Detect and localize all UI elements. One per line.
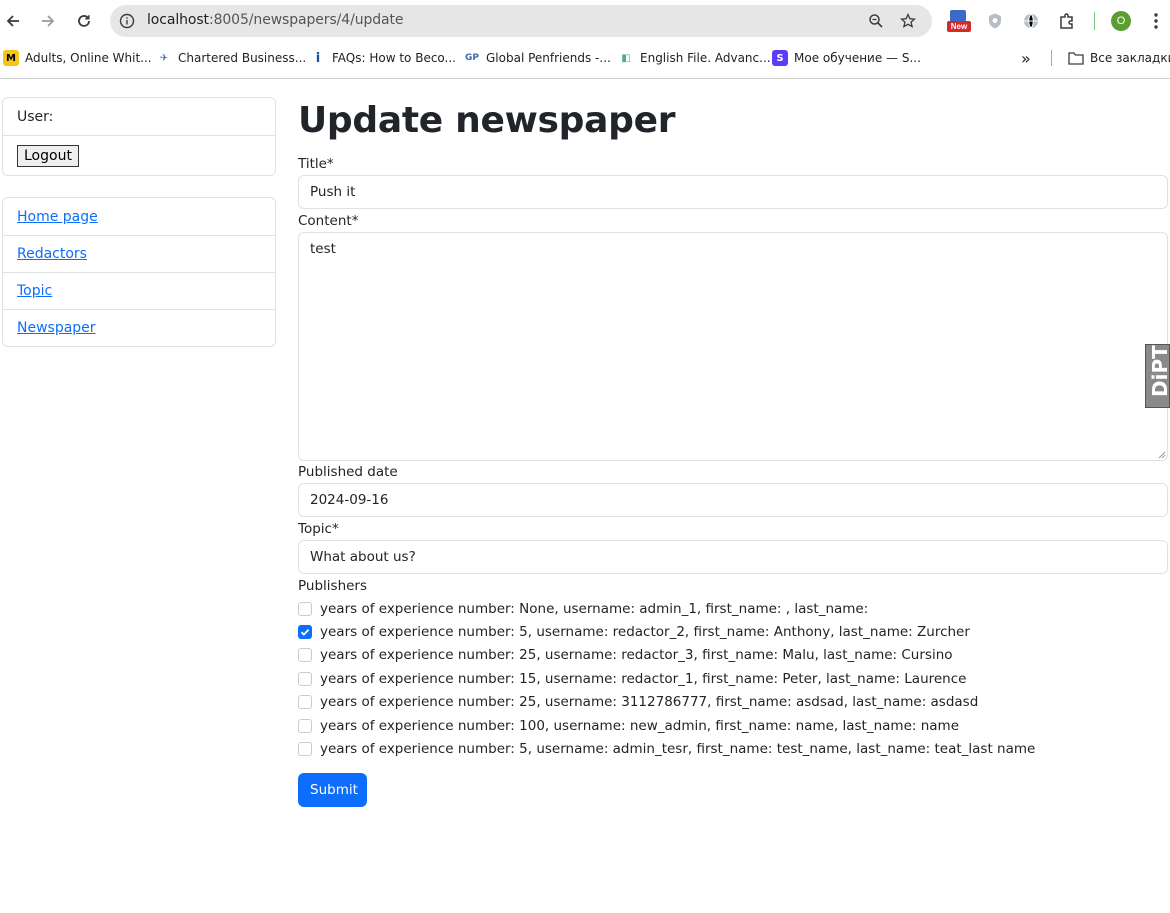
publisher-label: years of experience number: None, userna… bbox=[320, 600, 869, 617]
folder-icon bbox=[1068, 50, 1084, 66]
publisher-label: years of experience number: 25, username… bbox=[320, 694, 979, 711]
bookmarks-divider bbox=[1051, 50, 1052, 66]
menu-kebab-icon[interactable] bbox=[1144, 9, 1168, 33]
sidebar-item-home: Home page bbox=[3, 198, 275, 235]
publisher-checkbox[interactable] bbox=[298, 671, 312, 686]
published-date-label: Published date bbox=[298, 464, 398, 480]
page-title: Update newspaper bbox=[298, 100, 676, 141]
book-favicon: ◧ bbox=[621, 52, 631, 64]
bookmark-label: Global Penfriends -... bbox=[486, 51, 611, 65]
user-row: User: bbox=[3, 98, 275, 135]
publisher-checkbox[interactable] bbox=[298, 718, 312, 733]
publisher-checkbox[interactable] bbox=[298, 695, 312, 710]
content-textarea[interactable]: test bbox=[298, 232, 1168, 461]
publisher-label: years of experience number: 15, username… bbox=[320, 670, 967, 687]
publisher-option[interactable]: years of experience number: 5, username:… bbox=[298, 737, 1168, 760]
resize-handle-icon[interactable] bbox=[1156, 449, 1166, 459]
publishers-label: Publishers bbox=[298, 578, 368, 594]
publisher-label: years of experience number: 5, username:… bbox=[320, 741, 1036, 758]
s-favicon: S bbox=[772, 50, 788, 66]
publisher-label: years of experience number: 5, username:… bbox=[320, 624, 970, 641]
logout-button[interactable]: Logout bbox=[17, 144, 79, 167]
bookmark-item[interactable]: M Adults, Online Whit... bbox=[3, 48, 152, 68]
publisher-option[interactable]: years of experience number: 15, username… bbox=[298, 667, 1168, 690]
m-favicon: M bbox=[3, 50, 19, 66]
user-label: User: bbox=[17, 108, 54, 125]
content-text: test bbox=[310, 241, 336, 257]
publisher-option[interactable]: years of experience number: 5, username:… bbox=[298, 620, 1168, 643]
more-bookmarks-button[interactable]: » bbox=[1021, 48, 1031, 68]
published-date-input[interactable]: 2024-09-16 bbox=[298, 483, 1168, 517]
plane-favicon: ✈ bbox=[159, 52, 169, 64]
publisher-checkbox[interactable] bbox=[298, 742, 312, 757]
all-bookmarks-label: Все закладки bbox=[1090, 51, 1170, 65]
home-page-link[interactable]: Home page bbox=[17, 209, 98, 225]
chrome-divider bbox=[0, 78, 1170, 79]
sidebar-nav: Home page Redactors Topic Newspaper bbox=[2, 197, 276, 347]
publisher-checkbox[interactable] bbox=[298, 625, 312, 640]
bookmark-label: Chartered Business... bbox=[178, 51, 307, 65]
side-widget-label: DiPT bbox=[1148, 345, 1170, 397]
submit-button[interactable]: Submit bbox=[298, 773, 367, 807]
gp-favicon: GP bbox=[465, 53, 479, 63]
reload-icon[interactable] bbox=[72, 9, 96, 33]
publisher-option[interactable]: years of experience number: 25, username… bbox=[298, 644, 1168, 667]
content-label: Content* bbox=[298, 213, 359, 229]
globe-extension-icon[interactable] bbox=[1019, 9, 1043, 33]
bookmark-label: Adults, Online Whit... bbox=[25, 51, 152, 65]
topic-select[interactable]: What about us? bbox=[298, 540, 1168, 574]
extension-badge: New bbox=[947, 21, 971, 32]
checkmark-icon bbox=[300, 629, 310, 636]
profile-avatar[interactable]: O bbox=[1109, 9, 1133, 33]
sidebar-item-newspaper: Newspaper bbox=[3, 309, 275, 346]
bookmark-star-icon[interactable] bbox=[898, 11, 918, 31]
update-form: Update newspaper Title* Push it Content*… bbox=[298, 96, 1168, 807]
back-icon[interactable] bbox=[1, 9, 25, 33]
logout-row: Logout bbox=[3, 135, 275, 175]
bookmark-item[interactable]: i FAQs: How to Beco... bbox=[310, 48, 456, 68]
puzzle-extensions-icon[interactable] bbox=[1055, 9, 1079, 33]
url-text: localhost:8005/newspapers/4/update bbox=[147, 12, 404, 28]
publisher-option[interactable]: years of experience number: None, userna… bbox=[298, 597, 1168, 620]
info-favicon: i bbox=[315, 50, 321, 66]
bookmark-item[interactable]: ✈ Chartered Business... bbox=[156, 48, 306, 68]
publisher-label: years of experience number: 25, username… bbox=[320, 647, 953, 664]
bookmark-item[interactable]: ◧ English File. Advanc... bbox=[618, 48, 771, 68]
profile-initial: O bbox=[1111, 11, 1131, 31]
side-widget-tab[interactable]: DiPT bbox=[1145, 344, 1170, 408]
forward-icon[interactable] bbox=[36, 9, 60, 33]
topic-link[interactable]: Topic bbox=[17, 283, 52, 299]
site-info-icon[interactable] bbox=[117, 11, 137, 31]
publisher-checkbox[interactable] bbox=[298, 601, 312, 616]
redactors-link[interactable]: Redactors bbox=[17, 246, 87, 262]
topic-label: Topic* bbox=[298, 521, 339, 537]
bookmarks-bar: M Adults, Online Whit... ✈ Chartered Bus… bbox=[0, 44, 1170, 72]
bookmark-item[interactable]: S Мое обучение — S... bbox=[772, 48, 921, 68]
sidebar-item-redactors: Redactors bbox=[3, 235, 275, 272]
publishers-list: years of experience number: None, userna… bbox=[298, 597, 1168, 761]
address-bar[interactable]: localhost:8005/newspapers/4/update bbox=[110, 5, 932, 37]
publisher-option[interactable]: years of experience number: 25, username… bbox=[298, 691, 1168, 714]
newspaper-link[interactable]: Newspaper bbox=[17, 320, 96, 336]
publisher-option[interactable]: years of experience number: 100, usernam… bbox=[298, 714, 1168, 737]
browser-toolbar: localhost:8005/newspapers/4/update New O bbox=[0, 0, 1170, 42]
all-bookmarks-button[interactable]: Все закладки bbox=[1068, 48, 1170, 68]
bookmark-item[interactable]: GP Global Penfriends -... bbox=[464, 48, 611, 68]
shield-icon[interactable] bbox=[983, 9, 1007, 33]
toolbar-divider bbox=[1094, 12, 1095, 30]
publisher-checkbox[interactable] bbox=[298, 648, 312, 663]
title-label: Title* bbox=[298, 156, 334, 172]
zoom-icon[interactable] bbox=[866, 11, 886, 31]
title-input[interactable]: Push it bbox=[298, 175, 1168, 209]
user-panel: User: Logout bbox=[2, 97, 276, 176]
publisher-label: years of experience number: 100, usernam… bbox=[320, 717, 960, 734]
bookmark-label: FAQs: How to Beco... bbox=[332, 51, 456, 65]
bookmark-label: English File. Advanc... bbox=[640, 51, 771, 65]
sidebar-item-topic: Topic bbox=[3, 272, 275, 309]
new-extension-icon[interactable]: New bbox=[946, 9, 971, 33]
bookmark-label: Мое обучение — S... bbox=[794, 51, 921, 65]
